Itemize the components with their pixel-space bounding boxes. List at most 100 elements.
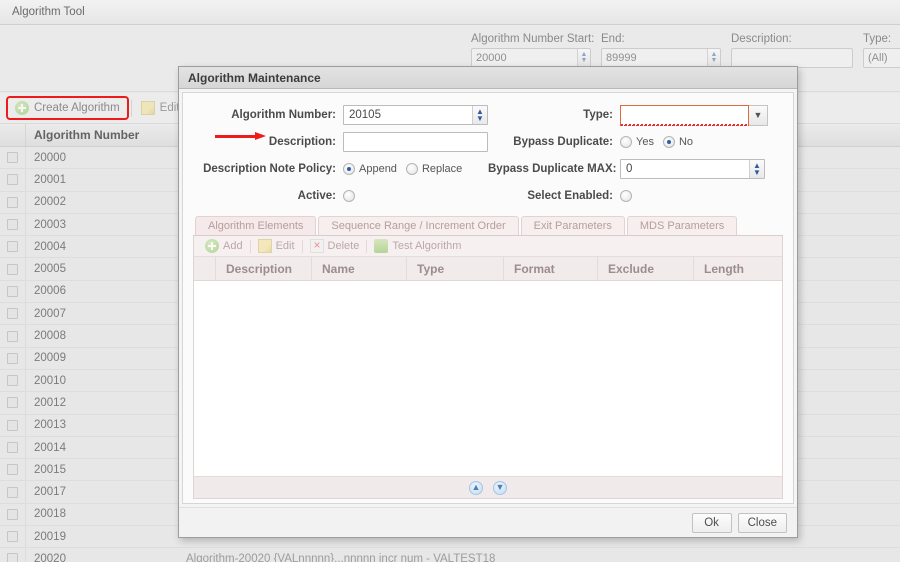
row-checkbox[interactable] bbox=[0, 369, 26, 392]
cell-algorithm-number: 20009 bbox=[34, 352, 66, 365]
checkbox-icon bbox=[7, 419, 18, 431]
tab-mds-parameters[interactable]: MDS Parameters bbox=[626, 216, 738, 235]
type-combobox[interactable]: ▼ bbox=[620, 104, 768, 126]
toolbar-separator bbox=[130, 99, 132, 117]
panel-column-type[interactable]: Type bbox=[407, 257, 504, 280]
filter-start-value: 20000 bbox=[476, 52, 507, 64]
row-checkbox[interactable] bbox=[0, 392, 26, 414]
grid-header-algorithm-number: Algorithm Number bbox=[34, 128, 140, 142]
select-enabled-toggle[interactable] bbox=[620, 190, 632, 202]
row-checkbox[interactable] bbox=[0, 147, 26, 169]
cell-algorithm-number: 20014 bbox=[34, 441, 66, 454]
checkbox-icon bbox=[7, 263, 18, 275]
row-checkbox[interactable] bbox=[0, 459, 26, 481]
bypass-duplicate-label: Bypass Duplicate: bbox=[513, 136, 613, 148]
panel-add-button[interactable]: Add bbox=[198, 239, 250, 253]
row-checkbox[interactable] bbox=[0, 258, 26, 280]
panel-button-label: Test Algorithm bbox=[392, 240, 462, 252]
dialog-form-left-column: Algorithm Number: 20105 ▲ ▼ Description:… bbox=[193, 105, 488, 206]
row-checkbox[interactable] bbox=[0, 191, 26, 213]
filter-end: End: 89999 ▲ ▼ bbox=[601, 33, 721, 68]
dialog-footer: Ok Close bbox=[179, 507, 797, 537]
panel-column-description[interactable]: Description bbox=[216, 257, 312, 280]
panel-column-exclude[interactable]: Exclude bbox=[598, 257, 694, 280]
panel-test-algorithm-button[interactable]: Test Algorithm bbox=[367, 239, 468, 253]
radio-bypass-yes[interactable]: Yes bbox=[620, 136, 654, 148]
radio-replace[interactable]: Replace bbox=[405, 163, 462, 175]
filter-end-input[interactable]: 89999 ▲ ▼ bbox=[601, 48, 721, 68]
filter-type-label: Type: bbox=[863, 33, 892, 45]
filter-end-spinner[interactable]: ▲ ▼ bbox=[707, 49, 720, 67]
row-checkbox[interactable] bbox=[0, 347, 26, 369]
bypass-duplicate-max-value: 0 bbox=[626, 163, 633, 175]
row-checkbox[interactable] bbox=[0, 436, 26, 459]
algorithm-number-input[interactable]: 20105 ▲ ▼ bbox=[343, 105, 488, 125]
tab-sequence-range-increment-order[interactable]: Sequence Range / Increment Order bbox=[318, 216, 519, 235]
row-checkbox[interactable] bbox=[0, 303, 26, 325]
chevron-down-icon: ▼ bbox=[710, 57, 718, 64]
radio-bypass-no[interactable]: No bbox=[662, 136, 693, 148]
cell-description: Algorithm-20020 {VALnnnnn}...nnnnn incr … bbox=[186, 552, 496, 562]
cell-algorithm-number: 20005 bbox=[34, 263, 66, 276]
panel-delete-button[interactable]: Delete bbox=[303, 238, 367, 253]
cell-algorithm-number: 20017 bbox=[34, 486, 66, 499]
row-checkbox[interactable] bbox=[0, 169, 26, 191]
panel-column-length[interactable]: Length bbox=[694, 257, 782, 280]
row-checkbox[interactable] bbox=[0, 414, 26, 436]
row-checkbox[interactable] bbox=[0, 236, 26, 258]
filter-type-input[interactable]: (All) bbox=[863, 48, 900, 68]
description-input[interactable] bbox=[343, 132, 488, 152]
create-algorithm-button[interactable]: Create Algorithm bbox=[6, 96, 129, 120]
row-checkbox[interactable] bbox=[0, 503, 26, 526]
row-checkbox[interactable] bbox=[0, 481, 26, 503]
arrow-up-circle-icon[interactable]: ▲ bbox=[469, 480, 483, 495]
row-checkbox[interactable] bbox=[0, 280, 26, 303]
close-button[interactable]: Close bbox=[737, 512, 787, 533]
panel-column-name[interactable]: Name bbox=[312, 257, 407, 280]
checkbox-icon bbox=[7, 196, 18, 208]
panel-column-format[interactable]: Format bbox=[504, 257, 598, 280]
bypass-duplicate-max-spinner[interactable]: ▲ ▼ bbox=[749, 160, 764, 178]
tab-algorithm-elements[interactable]: Algorithm Elements bbox=[195, 216, 317, 235]
filter-type: Type: (All) bbox=[863, 33, 900, 68]
filter-description: Description: bbox=[731, 33, 853, 68]
grid-header-select-all[interactable] bbox=[0, 124, 26, 146]
radio-dot-icon bbox=[662, 136, 675, 148]
field-bypass-duplicate: Bypass Duplicate: Yes No bbox=[488, 132, 783, 152]
checkbox-icon bbox=[7, 553, 18, 562]
description-note-policy-label: Description Note Policy: bbox=[203, 163, 336, 175]
arrow-down-circle-icon[interactable]: ▼ bbox=[493, 480, 507, 495]
checkbox-icon bbox=[7, 531, 18, 543]
checkbox-icon bbox=[7, 241, 18, 253]
checkbox-icon bbox=[7, 174, 18, 186]
active-toggle[interactable] bbox=[343, 190, 355, 202]
filter-type-value: (All) bbox=[868, 52, 888, 64]
tab-exit-parameters[interactable]: Exit Parameters bbox=[520, 216, 625, 235]
row-checkbox[interactable] bbox=[0, 526, 26, 548]
algorithm-number-spinner[interactable]: ▲ ▼ bbox=[472, 106, 487, 124]
dialog-form-right-column: Type: ▼ Bypass Duplicate: Yes No Bypass … bbox=[488, 104, 783, 206]
panel-edit-button[interactable]: Edit bbox=[251, 239, 302, 253]
dialog-body: Algorithm Number: 20105 ▲ ▼ Description:… bbox=[182, 92, 794, 504]
cell-algorithm-number: 20001 bbox=[34, 173, 66, 186]
app-title: Algorithm Tool bbox=[12, 6, 85, 18]
row-checkbox[interactable] bbox=[0, 213, 26, 236]
filter-start-spinner[interactable]: ▲ ▼ bbox=[577, 49, 590, 67]
filter-start-input[interactable]: 20000 ▲ ▼ bbox=[471, 48, 591, 68]
dialog-title: Algorithm Maintenance bbox=[179, 67, 797, 89]
row-checkbox[interactable] bbox=[0, 325, 26, 347]
chevron-down-icon[interactable]: ▼ bbox=[749, 104, 768, 126]
checkbox-icon bbox=[7, 152, 18, 164]
panel-toolbar: Add Edit Delete Test Algorithm bbox=[194, 236, 782, 257]
table-row[interactable]: 20020 Algorithm-20020 {VALnnnnn}...nnnnn … bbox=[0, 548, 900, 562]
cell-algorithm-number: 20013 bbox=[34, 419, 66, 432]
filter-description-input[interactable] bbox=[731, 48, 853, 68]
ok-button[interactable]: Ok bbox=[691, 512, 732, 533]
radio-append[interactable]: Append bbox=[343, 163, 397, 175]
checkbox-icon bbox=[7, 285, 18, 297]
field-bypass-duplicate-max: Bypass Duplicate MAX: 0 ▲ ▼ bbox=[488, 159, 783, 179]
bypass-duplicate-max-input[interactable]: 0 ▲ ▼ bbox=[620, 159, 765, 179]
panel-column-gutter bbox=[194, 257, 216, 280]
row-checkbox[interactable] bbox=[0, 548, 26, 562]
refresh-icon bbox=[374, 239, 389, 253]
